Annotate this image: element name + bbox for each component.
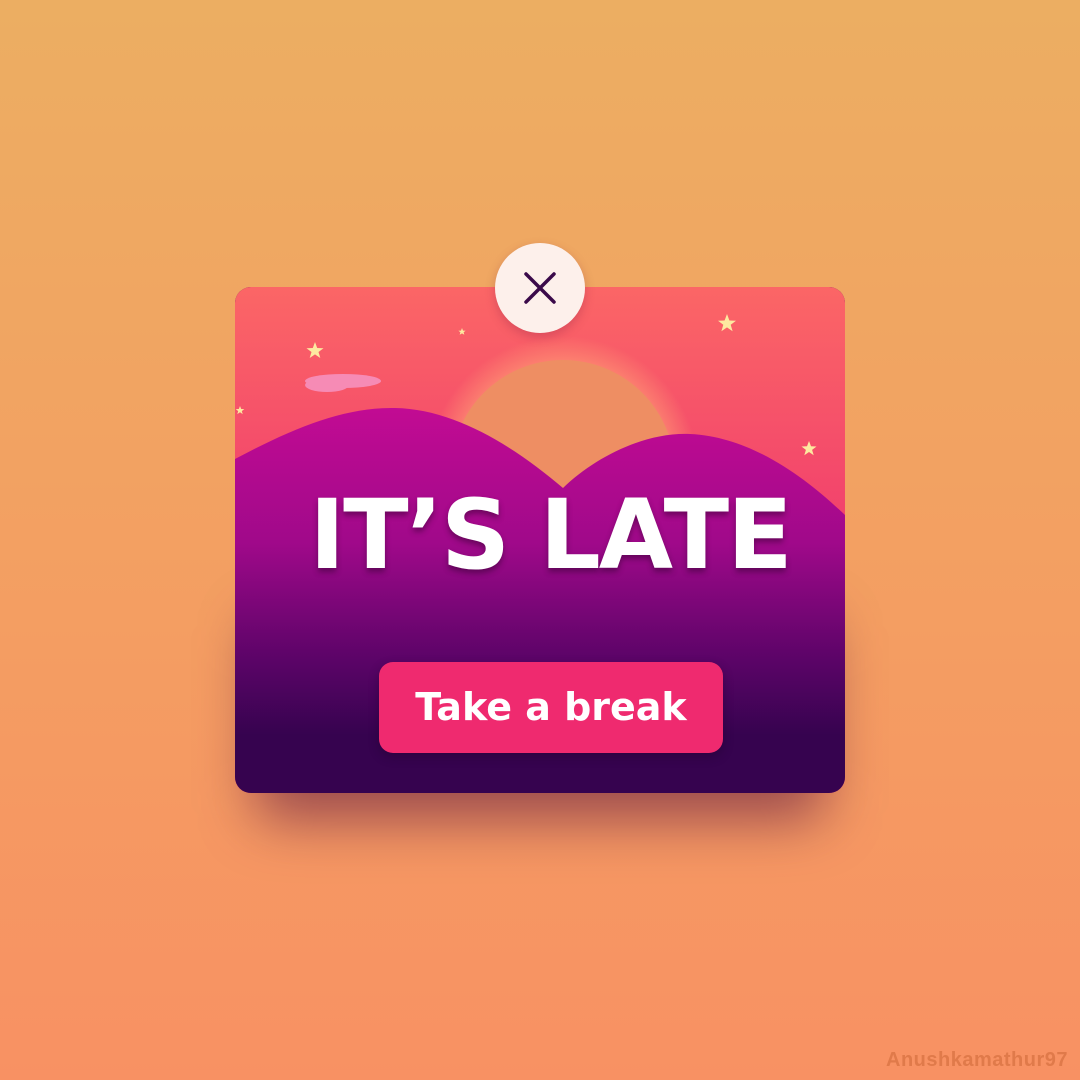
stage: IT’S LATE Take a break Anushkamathur97 bbox=[0, 0, 1080, 1080]
close-button[interactable] bbox=[495, 243, 585, 333]
headline: IT’S LATE bbox=[309, 479, 792, 591]
watermark: Anushkamathur97 bbox=[886, 1049, 1068, 1071]
take-a-break-button[interactable]: Take a break bbox=[379, 662, 723, 753]
close-icon bbox=[524, 272, 556, 304]
